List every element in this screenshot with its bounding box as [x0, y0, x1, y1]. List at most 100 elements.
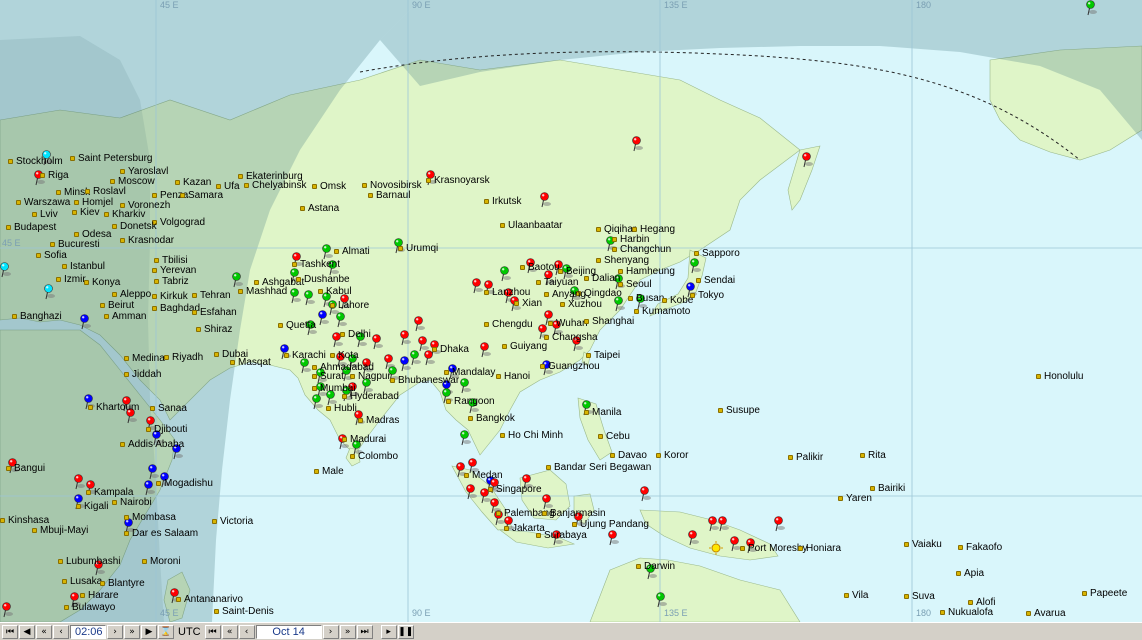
city-label: Papeete	[1082, 589, 1127, 599]
time-back-large-button[interactable]: ◀	[19, 624, 35, 639]
map-pin-icon[interactable]	[689, 258, 701, 274]
date-first-button[interactable]: ⏮	[204, 624, 221, 639]
map-pin-icon[interactable]	[465, 484, 477, 500]
time-field[interactable]: 02:06	[70, 624, 106, 639]
city-name: Xuzhou	[568, 299, 602, 310]
map-pin-icon[interactable]	[317, 310, 329, 326]
city-name: Mombasa	[132, 512, 176, 523]
city-label: Xuzhou	[560, 300, 602, 310]
map-pin-icon[interactable]	[399, 356, 411, 372]
city-label: Changchun	[612, 245, 671, 255]
city-label: Blantyre	[100, 579, 145, 589]
city-label: Lubumbashi	[58, 557, 120, 567]
map-pin-icon[interactable]	[655, 592, 667, 608]
map-pin-icon[interactable]	[539, 192, 551, 208]
map-pin-icon[interactable]	[541, 494, 553, 510]
city-dot-icon	[254, 279, 259, 285]
time-back-button[interactable]: ‹	[53, 624, 69, 639]
time-now-button[interactable]: ⌛	[158, 624, 174, 639]
map-pin-icon[interactable]	[335, 312, 347, 328]
city-name: Changsha	[552, 332, 598, 343]
city-name: Vila	[852, 590, 869, 601]
map-pin-icon[interactable]	[1, 602, 13, 618]
pause-button[interactable]: ❚❚	[397, 624, 414, 639]
play-button[interactable]: ▸	[380, 624, 397, 639]
map-pin-icon[interactable]	[143, 480, 155, 496]
map-pin-icon[interactable]	[729, 536, 741, 552]
city-name: Guangzhou	[548, 361, 600, 372]
map-pin-icon[interactable]	[639, 486, 651, 502]
city-label: Djibouti	[146, 425, 187, 435]
map-pin-icon[interactable]	[79, 314, 91, 330]
date-field[interactable]: Oct 14	[255, 624, 322, 639]
map-pin-icon[interactable]	[303, 290, 315, 306]
map-pin-icon[interactable]	[479, 342, 491, 358]
map-pin-icon[interactable]	[147, 464, 159, 480]
city-dot-icon	[8, 158, 13, 164]
map-pin-icon[interactable]	[801, 152, 813, 168]
city-name: Bairiki	[878, 483, 906, 494]
map-pin-icon[interactable]	[499, 266, 511, 282]
map-pin-icon[interactable]	[0, 262, 11, 278]
map-pin-icon[interactable]	[707, 516, 719, 532]
city-dot-icon	[284, 352, 289, 358]
city-dot-icon	[238, 173, 243, 179]
date-back-fast-button[interactable]: «	[221, 624, 238, 639]
date-back-button[interactable]: ‹	[238, 624, 255, 639]
map-pin-icon[interactable]	[607, 530, 619, 546]
city-name: Kazan	[183, 177, 212, 188]
map-pin-icon[interactable]	[311, 394, 323, 410]
city-label: Barnaul	[368, 191, 410, 201]
city-name: Manila	[592, 407, 622, 418]
city-dot-icon	[536, 279, 541, 285]
map-pin-icon[interactable]	[289, 288, 301, 304]
city-dot-icon	[104, 211, 109, 217]
date-forward-button[interactable]: ›	[322, 624, 339, 639]
time-forward-button[interactable]: ›	[107, 624, 123, 639]
time-first-button[interactable]: ⏮	[2, 624, 18, 639]
map-pin-icon[interactable]	[43, 284, 55, 300]
map-pin-icon[interactable]	[1085, 0, 1097, 16]
map-pin-icon[interactable]	[417, 336, 429, 352]
city-name: Madras	[366, 415, 400, 426]
time-forward-large-button[interactable]: ▶	[141, 624, 157, 639]
map-pin-icon[interactable]	[371, 334, 383, 350]
city-name: Lubumbashi	[66, 556, 121, 567]
city-label: Hubli	[326, 404, 357, 414]
map-pin-icon[interactable]	[717, 516, 729, 532]
map-pin-icon[interactable]	[471, 278, 483, 294]
city-dot-icon	[940, 609, 945, 615]
map-pin-icon[interactable]	[631, 136, 643, 152]
city-label: Colombo	[350, 452, 398, 462]
city-name: Kharkiv	[112, 209, 146, 220]
date-forward-fast-button[interactable]: »	[339, 624, 356, 639]
city-label: Seoul	[618, 280, 652, 290]
map-pin-icon[interactable]	[231, 272, 243, 288]
time-back-fast-button[interactable]: «	[36, 624, 52, 639]
map-pin-icon[interactable]	[459, 430, 471, 446]
city-name: Izmir	[64, 274, 86, 285]
world-map[interactable]: 45 E 90 E 135 E 180 45 E 90 E 135 E 180 …	[0, 0, 1142, 622]
map-pin-icon[interactable]	[687, 530, 699, 546]
time-forward-fast-button[interactable]: »	[124, 624, 140, 639]
city-label: Masqat	[230, 358, 271, 368]
map-pin-icon[interactable]	[413, 316, 425, 332]
map-pin-icon[interactable]	[73, 474, 85, 490]
city-name: Tabriz	[162, 276, 189, 287]
city-dot-icon	[80, 592, 85, 598]
city-dot-icon	[426, 177, 431, 183]
city-dot-icon	[244, 182, 249, 188]
city-dot-icon	[112, 499, 117, 505]
map-pin-icon[interactable]	[773, 516, 785, 532]
city-label: Bangui	[6, 464, 45, 474]
city-dot-icon	[628, 295, 633, 301]
map-pin-icon[interactable]	[399, 330, 411, 346]
city-name: Baotou	[528, 262, 560, 273]
map-pin-icon[interactable]	[321, 244, 333, 260]
map-pin-icon[interactable]	[459, 378, 471, 394]
date-last-button[interactable]: ⏭	[356, 624, 373, 639]
city-label: Omsk	[312, 182, 346, 192]
city-label: Madras	[358, 416, 399, 426]
city-name: Banghazi	[20, 311, 62, 322]
city-dot-icon	[142, 558, 147, 564]
